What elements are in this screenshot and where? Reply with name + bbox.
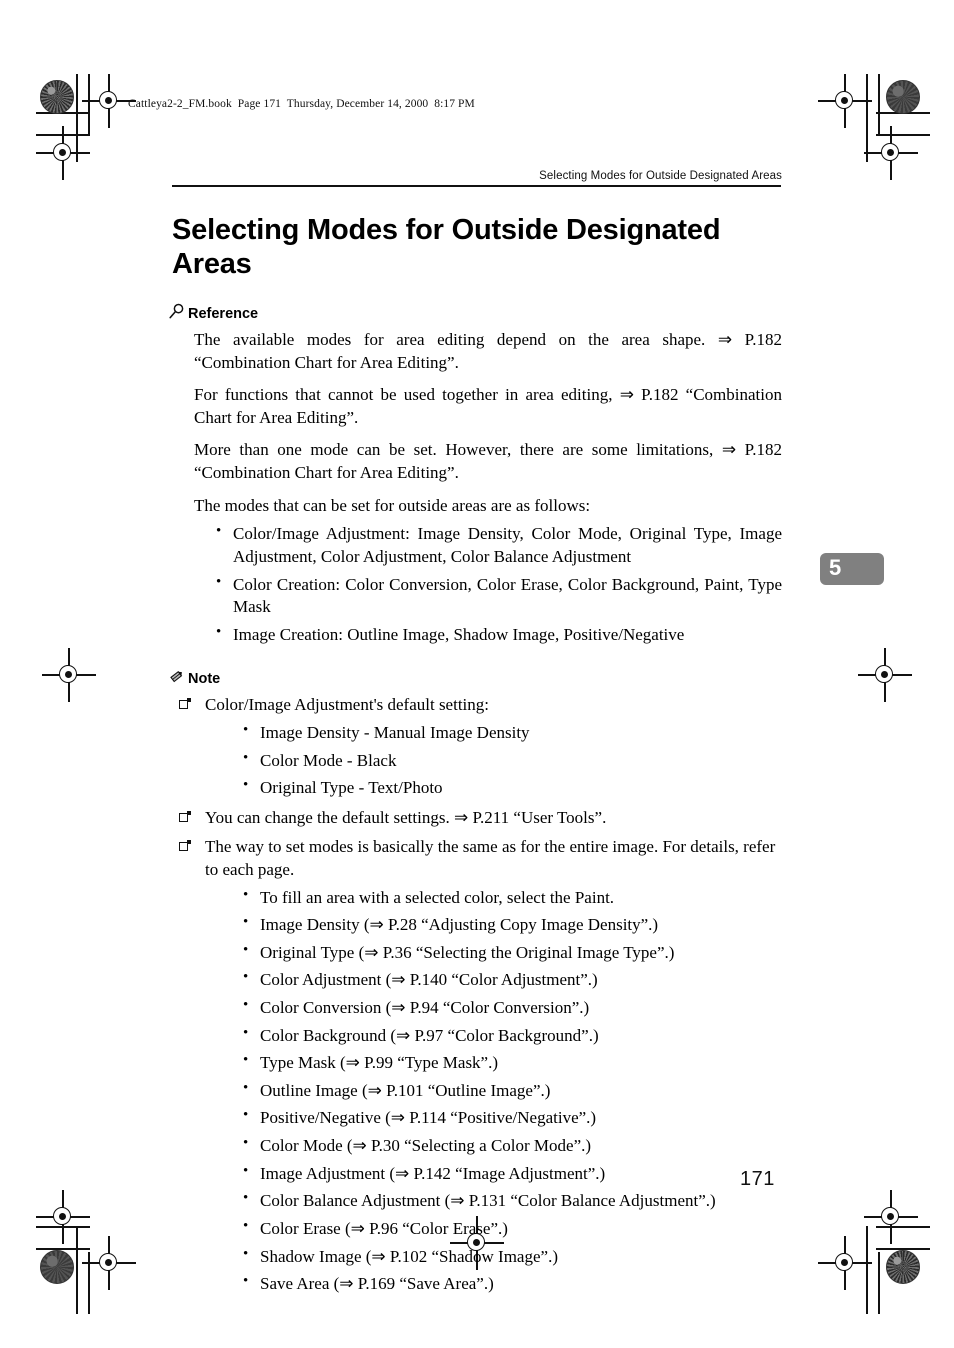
list-item: Color Creation: Color Conversion, Color …	[216, 573, 782, 619]
note-sub-list: To fill an area with a selected color, s…	[205, 886, 782, 1296]
density-patch	[886, 1250, 920, 1284]
crop-mark	[76, 74, 78, 162]
note-item: The way to set modes is basically the sa…	[178, 836, 782, 1295]
reference-heading: Reference	[168, 303, 782, 324]
list-item: Color/Image Adjustment: Image Density, C…	[216, 522, 782, 568]
note-item-text: Color/Image Adjustment's default setting…	[205, 695, 489, 715]
crop-mark	[866, 74, 868, 162]
list-item: Color Mode - Black	[243, 749, 782, 773]
reference-paragraph-text: The modes that can be set for outside ar…	[194, 495, 591, 515]
list-item: Color Adjustment (⇒ P.140 “Color Adjustm…	[243, 968, 782, 992]
crop-mark	[876, 134, 930, 136]
list-item: Type Mask (⇒ P.99 “Type Mask”.)	[243, 1051, 782, 1075]
reference-bullet-list: Color/Image Adjustment: Image Density, C…	[172, 522, 782, 647]
note-item-text: The way to set modes is basically the sa…	[205, 837, 776, 879]
list-item: Color Erase (⇒ P.96 “Color Erase”.)	[243, 1217, 782, 1241]
list-item: Outline Image (⇒ P.101 “Outline Image”.)	[243, 1079, 782, 1103]
note-sub-list: Image Density - Manual Image Density Col…	[205, 721, 782, 800]
density-patch	[40, 1250, 74, 1284]
list-item: Color Balance Adjustment (⇒ P.131 “Color…	[243, 1189, 782, 1213]
reference-paragraph: The available modes for area editing dep…	[172, 329, 782, 374]
density-patch	[40, 80, 74, 114]
crop-mark	[878, 74, 880, 136]
note-list: Color/Image Adjustment's default setting…	[172, 694, 782, 1295]
density-patch	[886, 80, 920, 114]
crop-mark	[866, 1226, 868, 1314]
registration-mark	[82, 1236, 136, 1290]
note-item: You can change the default settings. ⇒ P…	[178, 807, 782, 830]
page-title: Selecting Modes for Outside Designated A…	[172, 213, 721, 280]
note-heading-label: Note	[188, 670, 221, 687]
list-item: Shadow Image (⇒ P.102 “Shadow Image”.)	[243, 1245, 782, 1269]
note-item: Color/Image Adjustment's default setting…	[178, 694, 782, 799]
note-item-text: You can change the default settings. ⇒ P…	[205, 807, 607, 827]
header-rule	[172, 185, 781, 187]
registration-mark	[36, 1190, 90, 1244]
registration-mark	[858, 648, 912, 702]
registration-mark	[864, 126, 918, 180]
list-item: Color Conversion (⇒ P.94 “Color Conversi…	[243, 996, 782, 1020]
list-item: Image Density - Manual Image Density	[243, 721, 782, 745]
note-heading: Note	[168, 668, 782, 689]
list-item: Color Mode (⇒ P.30 “Selecting a Color Mo…	[243, 1134, 782, 1158]
registration-mark	[818, 1236, 872, 1290]
reference-paragraph-text: For functions that cannot be used togeth…	[194, 385, 782, 427]
note-section: Note Color/Image Adjustment's default se…	[170, 668, 782, 1295]
reference-paragraph-text: The available modes for area editing dep…	[194, 330, 782, 372]
list-item: Positive/Negative (⇒ P.114 “Positive/Neg…	[243, 1107, 782, 1130]
crop-mark	[36, 1248, 90, 1250]
list-item: Color Background (⇒ P.97 “Color Backgrou…	[243, 1024, 782, 1048]
chapter-tab-number: 5	[829, 555, 842, 580]
magnifier-icon	[168, 303, 185, 324]
list-item: Image Density (⇒ P.28 “Adjusting Copy Im…	[243, 913, 782, 937]
registration-mark	[864, 1190, 918, 1244]
list-item: To fill an area with a selected color, s…	[243, 886, 782, 910]
file-banner: Cattleya2-2_FM.book Page 171 Thursday, D…	[128, 98, 475, 110]
note-square-icon	[179, 810, 191, 823]
reference-heading-label: Reference	[188, 305, 259, 322]
reference-paragraph: More than one mode can be set. However, …	[172, 439, 782, 484]
note-square-icon	[179, 840, 191, 852]
crop-mark	[76, 1226, 78, 1314]
reference-paragraph: The modes that can be set for outside ar…	[172, 495, 782, 518]
crop-mark	[88, 74, 90, 136]
reference-section: Reference The available modes for area e…	[169, 303, 782, 647]
list-item: Original Type (⇒ P.36 “Selecting the Ori…	[243, 941, 782, 965]
list-item: Image Creation: Outline Image, Shadow Im…	[216, 623, 782, 647]
chapter-tab: 5	[820, 553, 884, 585]
registration-mark	[818, 74, 872, 128]
crop-mark	[878, 1252, 880, 1314]
page-content: Selecting Modes for Outside Designated A…	[169, 170, 782, 1303]
reference-paragraph: For functions that cannot be used togeth…	[172, 384, 782, 429]
list-item: Save Area (⇒ P.169 “Save Area”.)	[243, 1272, 782, 1296]
registration-mark	[36, 126, 90, 180]
list-item: Image Adjustment (⇒ P.142 “Image Adjustm…	[243, 1162, 782, 1186]
pencil-icon	[168, 668, 185, 689]
registration-mark	[82, 74, 136, 128]
note-square-icon	[179, 698, 191, 710]
registration-mark	[42, 648, 96, 702]
running-head: Selecting Modes for Outside Designated A…	[539, 170, 782, 182]
scanned-page: Cattleya2-2_FM.book Page 171 Thursday, D…	[0, 0, 954, 1348]
list-item: Original Type - Text/Photo	[243, 776, 782, 800]
reference-paragraph-text: More than one mode can be set. However, …	[194, 440, 782, 483]
